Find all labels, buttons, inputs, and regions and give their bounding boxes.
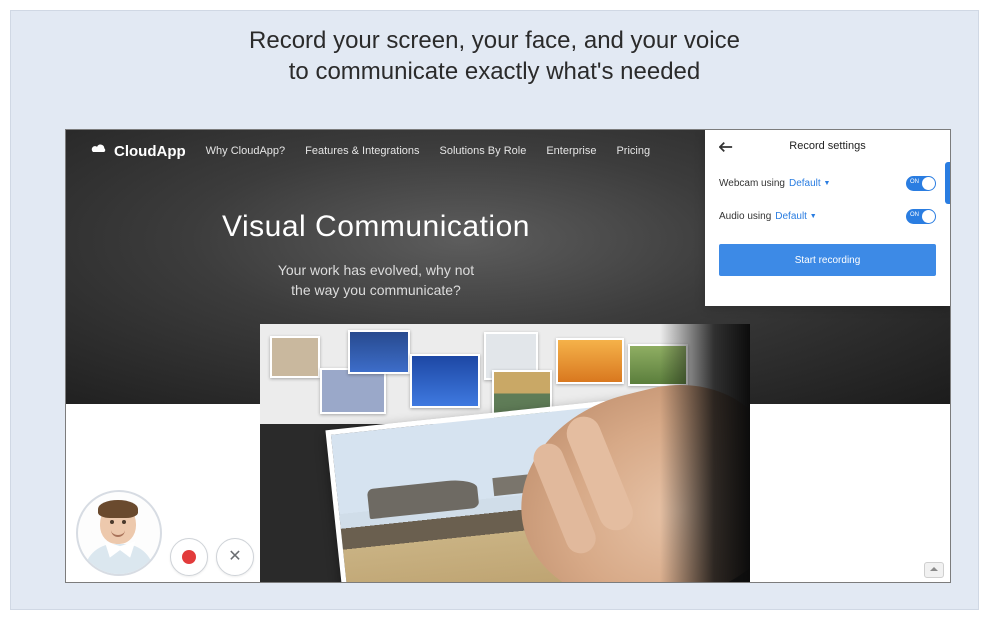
hero-subtitle: Your work has evolved, why not the way y… [66,260,686,301]
nav-solutions-by-role[interactable]: Solutions By Role [440,145,527,157]
webcam-avatar[interactable] [76,490,162,576]
close-icon: ✕ [228,549,241,565]
photo-thumb [320,368,386,414]
cloud-icon [90,142,108,160]
record-button[interactable] [170,538,208,576]
photo-thumb [348,330,410,374]
audio-toggle[interactable]: ON [906,209,936,224]
webcam-setting-row: Webcam using Default ▼ ON [719,176,936,191]
hero-subtitle-line2: the way you communicate? [66,280,686,300]
photo-thumb [556,338,624,384]
nav-features-integrations[interactable]: Features & Integrations [305,145,419,157]
webcam-label: Webcam using [719,178,785,189]
promo-headline: Record your screen, your face, and your … [11,25,978,87]
hero-image [260,324,750,582]
back-button[interactable] [719,141,733,156]
toggle-on-label: ON [910,212,919,218]
scroll-to-top-button[interactable] [924,562,944,578]
cancel-button[interactable]: ✕ [216,538,254,576]
nav-enterprise[interactable]: Enterprise [546,145,596,157]
chevron-down-icon: ▼ [810,213,817,220]
panel-header: Record settings [719,140,936,158]
audio-label: Audio using [719,211,771,222]
brand-logo[interactable]: CloudApp [90,142,186,160]
hero-subtitle-line1: Your work has evolved, why not [66,260,686,280]
webcam-overlay: ✕ [76,490,254,576]
panel-title: Record settings [789,140,865,152]
audio-device-select[interactable]: Default ▼ [775,211,816,222]
chevron-up-icon [929,561,939,579]
photo-thumb [410,354,480,408]
webcam-device-select[interactable]: Default ▼ [789,178,830,189]
nav-why-cloudapp[interactable]: Why CloudApp? [206,145,286,157]
toggle-knob [922,177,935,190]
toggle-knob [922,210,935,223]
record-icon [182,550,196,564]
audio-device-value: Default [775,211,807,222]
promo-headline-line1: Record your screen, your face, and your … [11,25,978,56]
nav-pricing[interactable]: Pricing [616,145,650,157]
promo-headline-line2: to communicate exactly what's needed [11,56,978,87]
brand-name: CloudApp [114,143,186,160]
hero-image-vignette [660,324,750,582]
webcam-toggle[interactable]: ON [906,176,936,191]
webcam-device-value: Default [789,178,821,189]
start-recording-button[interactable]: Start recording [719,244,936,276]
extension-side-tab[interactable] [945,162,950,204]
chevron-down-icon: ▼ [823,180,830,187]
hero-title: Visual Communication [66,210,686,244]
photo-thumb [270,336,320,378]
toggle-on-label: ON [910,179,919,185]
arrow-left-icon [719,144,733,156]
record-settings-panel: Record settings Webcam using Default ▼ O… [705,130,950,306]
audio-setting-row: Audio using Default ▼ ON [719,209,936,224]
promo-card: Record your screen, your face, and your … [10,10,979,610]
recorded-screen-frame: CloudApp Why CloudApp? Features & Integr… [65,129,951,583]
